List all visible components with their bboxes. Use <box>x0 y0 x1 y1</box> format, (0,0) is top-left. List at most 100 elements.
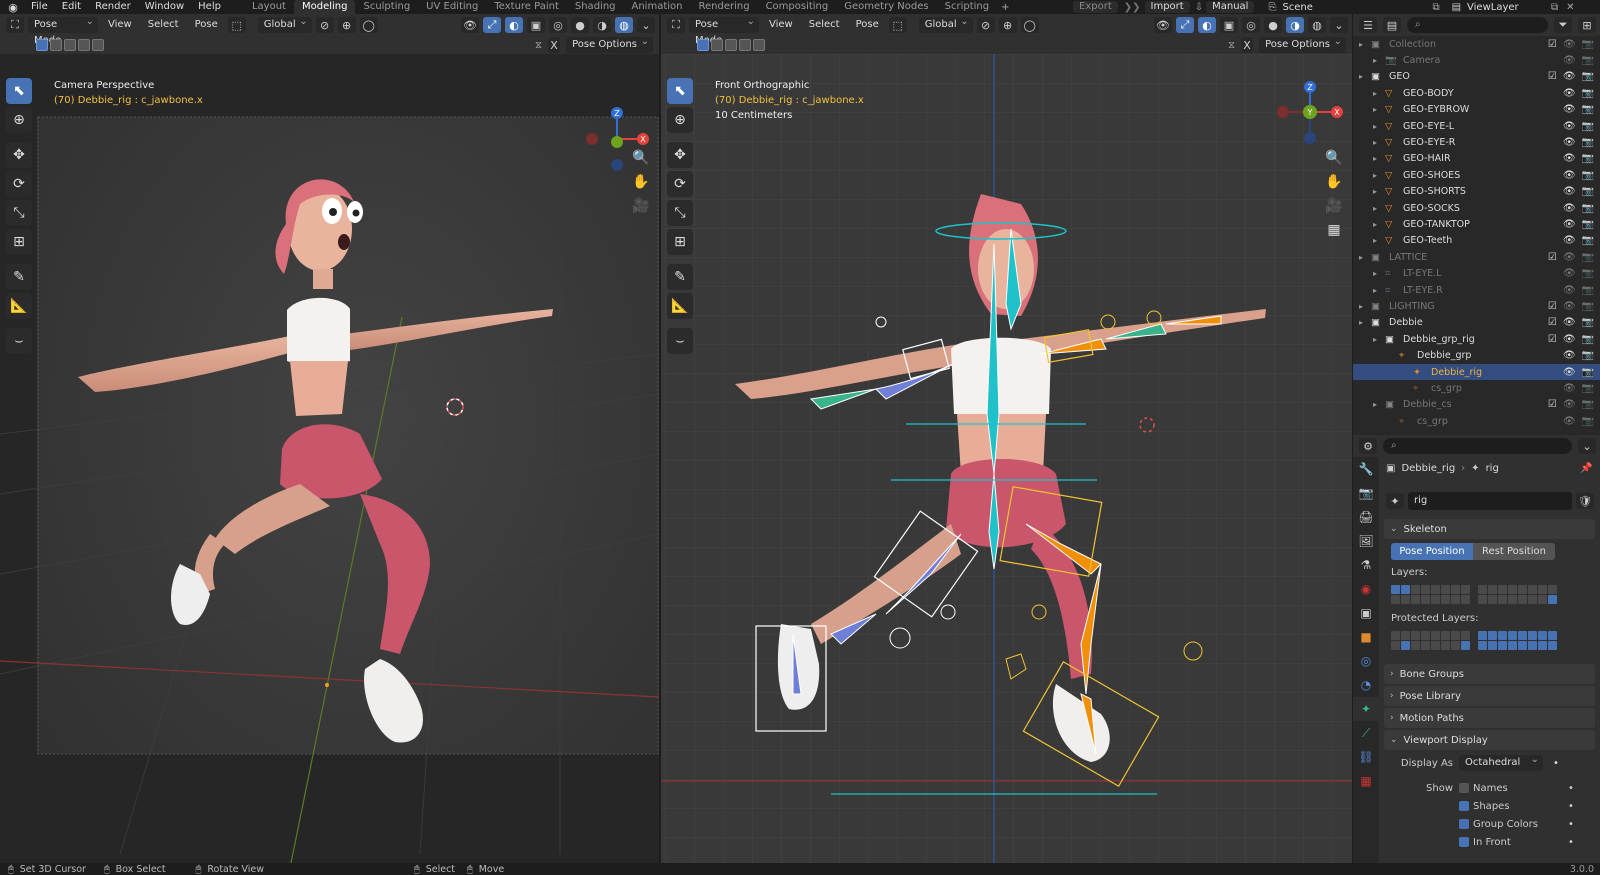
layer-cell[interactable] <box>1441 631 1450 640</box>
texture-tab-icon[interactable]: ▦ <box>1353 769 1379 793</box>
layer-cell[interactable] <box>1488 585 1497 594</box>
view-layer-tab-icon[interactable]: 🖼 <box>1353 529 1379 553</box>
move-tool-icon[interactable]: ✥ <box>667 142 693 168</box>
visibility-eye-icon[interactable]: 👁 <box>1563 268 1576 279</box>
exclude-checkbox-icon[interactable]: ☑ <box>1548 39 1557 50</box>
proportional-icon[interactable]: ◯ <box>359 17 378 33</box>
layer-cell[interactable] <box>1548 595 1557 604</box>
visibility-eye-icon[interactable]: 👁 <box>1563 219 1576 230</box>
render-camera-icon[interactable]: 📷 <box>1582 88 1594 99</box>
layer-cell[interactable] <box>1478 595 1487 604</box>
render-camera-icon[interactable]: 📷 <box>1582 317 1594 328</box>
pan-hand-icon[interactable]: ✋ <box>628 170 654 194</box>
outliner-search-field[interactable]: ⌕ <box>1407 17 1548 33</box>
layer-cell[interactable] <box>1421 595 1430 604</box>
visibility-eye-icon[interactable]: 👁 <box>1563 252 1576 263</box>
layer-cell[interactable] <box>1538 585 1547 594</box>
material-shading-icon[interactable]: ◑ <box>1286 17 1304 33</box>
object-tab-icon[interactable]: ■ <box>1353 625 1379 649</box>
camera-view-icon[interactable]: 🎥 <box>628 194 654 218</box>
visibility-eye-icon[interactable]: 👁 <box>1563 88 1576 99</box>
expand-chevron-icon[interactable]: ▸ <box>1373 400 1385 409</box>
outliner-row[interactable]: ▸ ▣ Collection ☑ 👁 📷 <box>1353 36 1600 52</box>
layer-cell[interactable] <box>1498 641 1507 650</box>
render-camera-icon[interactable]: 📷 <box>1582 153 1594 164</box>
pan-hand-icon[interactable]: ✋ <box>1321 170 1347 194</box>
shapes-checkbox[interactable] <box>1459 801 1469 811</box>
select-mode-new-icon[interactable] <box>36 39 48 51</box>
outliner[interactable]: ☰ ▤ ⌕ ⏷ ⊞ ▸ ▣ Collection ☑ 👁 📷 ▸ 📷 Camera 👁 📷 ▸ ▣ GEO… <box>1353 14 1600 435</box>
outliner-row[interactable]: ▸ ▣ Debbie_grp_rig ☑ 👁 📷 <box>1353 331 1600 347</box>
layer-cell[interactable] <box>1538 631 1547 640</box>
expand-chevron-icon[interactable]: ▸ <box>1359 253 1371 262</box>
keyframe-dot-icon[interactable]: • <box>1568 783 1574 794</box>
layer-cell[interactable] <box>1508 585 1517 594</box>
select-menu[interactable]: Select <box>803 17 846 33</box>
camera-view-icon[interactable]: 🎥 <box>1321 194 1347 218</box>
editor-type-icon[interactable]: ⛶ <box>6 17 24 33</box>
workspace-tab-sculpting[interactable]: Sculpting <box>355 0 418 14</box>
shading-options-icon[interactable]: ⌄ <box>637 17 655 33</box>
zoom-icon[interactable]: 🔍 <box>1321 146 1347 170</box>
outliner-row[interactable]: ▸ ▣ LATTICE ☑ 👁 📷 <box>1353 249 1600 265</box>
expand-chevron-icon[interactable]: ▸ <box>1373 187 1385 196</box>
visibility-eye-icon[interactable]: 👁 <box>1563 137 1576 148</box>
render-camera-icon[interactable]: 📷 <box>1582 252 1594 263</box>
group-colors-checkbox[interactable] <box>1459 819 1469 829</box>
layer-cell[interactable] <box>1431 585 1440 594</box>
visibility-eye-icon[interactable]: 👁 <box>1563 71 1576 82</box>
layer-cell[interactable] <box>1411 631 1420 640</box>
select-box-tool-icon[interactable]: ⬉ <box>667 78 693 104</box>
pose-menu[interactable]: Pose <box>189 17 224 33</box>
visibility-eye-icon[interactable]: 👁 <box>1563 383 1576 394</box>
layer-cell[interactable] <box>1391 585 1400 594</box>
view-layer-close-icon[interactable]: ✕ <box>1566 2 1574 13</box>
pose-options-dropdown[interactable]: Pose Options <box>1259 34 1346 53</box>
layer-cell[interactable] <box>1508 595 1517 604</box>
motion-paths-panel-header[interactable]: › Motion Paths <box>1384 708 1595 728</box>
pose-copy-icon[interactable]: ⬚ <box>227 17 246 33</box>
outliner-row[interactable]: ▸ ▣ GEO ☑ 👁 📷 <box>1353 69 1600 85</box>
pose-breakdowner-tool-icon[interactable]: ⌣ <box>6 328 32 354</box>
render-tab-icon[interactable]: 📷 <box>1353 481 1379 505</box>
outliner-row[interactable]: ▸ ⌗ LT-EYE.R 👁 📷 <box>1353 282 1600 298</box>
names-checkbox[interactable] <box>1459 783 1469 793</box>
outliner-row[interactable]: ▸ ▽ GEO-HAIR 👁 📷 <box>1353 151 1600 167</box>
solid-shading-icon[interactable]: ● <box>1264 17 1282 33</box>
layer-cell[interactable] <box>1528 631 1537 640</box>
exclude-checkbox-icon[interactable]: ☑ <box>1548 71 1557 82</box>
properties-options-icon[interactable]: ⌄ <box>1578 438 1596 454</box>
pose-options-dropdown[interactable]: Pose Options <box>566 34 653 53</box>
armature-data-tab-icon[interactable]: ✦ <box>1353 697 1379 721</box>
visibility-icon[interactable]: 👁 <box>1154 17 1172 33</box>
visibility-eye-icon[interactable]: 👁 <box>1563 334 1576 345</box>
select-mode-new-icon[interactable] <box>697 39 709 51</box>
layer-cell[interactable] <box>1518 585 1527 594</box>
workspace-tab-uv-editing[interactable]: UV Editing <box>418 0 486 14</box>
layer-cell[interactable] <box>1401 585 1410 594</box>
select-mode-intersect-icon[interactable] <box>92 39 104 51</box>
layer-cell[interactable] <box>1548 585 1557 594</box>
visibility-eye-icon[interactable]: 👁 <box>1563 301 1576 312</box>
outliner-row[interactable]: ▸ ▽ GEO-EYE-R 👁 📷 <box>1353 134 1600 150</box>
expand-chevron-icon[interactable]: ▸ <box>1373 56 1385 65</box>
in-front-checkbox[interactable] <box>1459 837 1469 847</box>
layer-cell[interactable] <box>1421 641 1430 650</box>
expand-chevron-icon[interactable]: ▸ <box>1359 40 1371 49</box>
render-camera-icon[interactable]: 📷 <box>1582 121 1594 132</box>
visibility-eye-icon[interactable]: 👁 <box>1563 285 1576 296</box>
render-camera-icon[interactable]: 📷 <box>1582 301 1594 312</box>
scale-tool-icon[interactable]: ⤡ <box>667 200 693 226</box>
expand-chevron-icon[interactable]: ▸ <box>1373 154 1385 163</box>
left-viewport-canvas[interactable]: Z X ⬉ ⊕ ✥ ⟳ ⤡ ⊞ ✎ 📐 ⌣ Camera Perspective… <box>0 54 659 863</box>
transform-tool-icon[interactable]: ⊞ <box>667 229 693 255</box>
render-camera-icon[interactable]: 📷 <box>1582 285 1594 296</box>
keyframe-dot-icon[interactable]: • <box>1568 819 1574 830</box>
mirror-icon[interactable]: ⧖ <box>1228 40 1235 51</box>
gizmo-icon[interactable]: ⤢ <box>483 17 501 33</box>
layer-cell[interactable] <box>1401 641 1410 650</box>
layer-cell[interactable] <box>1478 631 1487 640</box>
layer-cell[interactable] <box>1411 585 1420 594</box>
render-camera-icon[interactable]: 📷 <box>1582 350 1594 361</box>
tool-tab-icon[interactable]: 🔧 <box>1353 457 1379 481</box>
